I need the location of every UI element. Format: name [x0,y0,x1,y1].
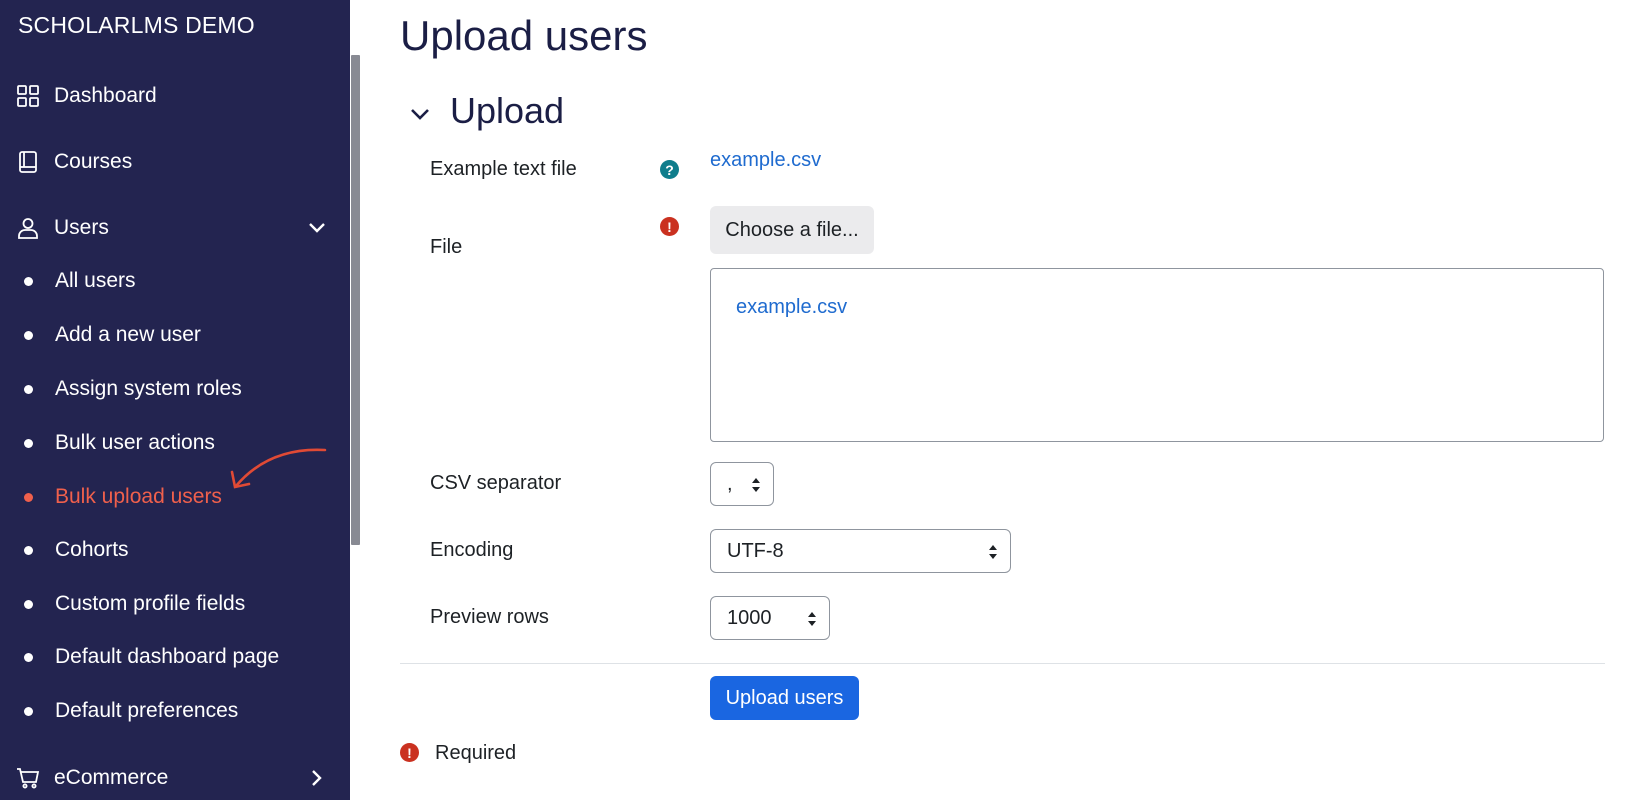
select-arrows-icon [808,612,816,626]
sidebar-subitem-custom-profile-fields[interactable]: Custom profile fields [0,584,350,624]
section-title[interactable]: Upload [450,90,564,132]
sidebar-subitem-label: Bulk user actions [55,431,215,454]
chevron-down-icon[interactable] [407,101,433,127]
sidebar-item-label: eCommerce [54,766,169,789]
book-icon [16,150,40,174]
select-arrows-icon [752,478,760,492]
sidebar-subitem-label: Custom profile fields [55,592,246,615]
bullet-icon [24,599,33,609]
bullet-icon [24,545,33,555]
help-icon[interactable]: ? [660,160,679,179]
form-divider [400,663,1605,664]
sidebar-item-label: Courses [54,150,133,173]
cart-icon [16,766,40,790]
required-icon: ! [400,743,419,762]
bullet-icon [24,706,33,716]
bullet-icon [24,438,33,448]
sidebar-subitem-label: Bulk upload users [55,485,222,508]
file-dropzone[interactable]: example.csv [710,268,1604,442]
csv-separator-value: , [727,472,733,495]
file-label: File [430,236,463,258]
sidebar-item-label: Users [54,216,109,239]
preview-rows-value: 1000 [727,606,772,629]
bullet-icon [24,384,33,394]
bullet-icon [24,330,33,340]
uploaded-file-link[interactable]: example.csv [736,296,847,319]
sidebar-subitem-label: Cohorts [55,538,129,561]
select-arrows-icon [989,545,997,559]
encoding-value: UTF-8 [727,539,784,562]
sidebar-subitem-default-dashboard-page[interactable]: Default dashboard page [0,637,350,677]
sidebar-subitem-label: Default dashboard page [55,645,280,668]
sidebar-subitem-default-preferences[interactable]: Default preferences [0,691,350,731]
sidebar-subitem-assign-system-roles[interactable]: Assign system roles [0,369,350,409]
sidebar-item-dashboard[interactable]: Dashboard [0,74,350,118]
example-file-label: Example text file [430,158,577,180]
sidebar-item-label: Dashboard [54,84,157,107]
csv-separator-select[interactable]: , [710,462,774,506]
grid-icon [16,84,40,108]
preview-rows-select[interactable]: 1000 [710,596,830,640]
sidebar-subitem-label: Add a new user [55,323,201,346]
chevron-down-icon[interactable] [306,217,328,239]
sidebar-subitem-label: Default preferences [55,699,239,722]
chevron-right-icon[interactable] [306,767,328,789]
choose-file-button[interactable]: Choose a file... [710,206,874,254]
preview-rows-label: Preview rows [430,606,549,628]
sidebar-subitem-label: Assign system roles [55,377,242,400]
annotation-arrow-icon [230,448,327,489]
sidebar-item-ecommerce[interactable]: eCommerce [0,756,350,800]
bullet-icon [24,276,33,286]
bullet-icon [24,652,33,662]
sidebar-scrollbar-thumb[interactable] [351,55,360,545]
bullet-icon [24,492,33,502]
site-brand[interactable]: SCHOLARLMS DEMO [18,12,255,39]
sidebar-item-courses[interactable]: Courses [0,140,350,184]
example-csv-link[interactable]: example.csv [710,149,821,172]
csv-separator-label: CSV separator [430,472,562,494]
upload-users-button[interactable]: Upload users [710,676,859,720]
encoding-label: Encoding [430,539,514,561]
sidebar-item-users[interactable]: Users [0,206,350,250]
sidebar: SCHOLARLMS DEMO Dashboard Courses Users [0,0,350,800]
sidebar-subitem-add-new-user[interactable]: Add a new user [0,315,350,355]
encoding-select[interactable]: UTF-8 [710,529,1011,573]
sidebar-subitem-cohorts[interactable]: Cohorts [0,530,350,570]
sidebar-subitem-label: All users [55,269,136,292]
main-content: Upload users Upload Example text file ? … [362,0,1630,800]
sidebar-subitem-all-users[interactable]: All users [0,261,350,301]
page-title: Upload users [400,12,648,59]
user-icon [16,216,40,240]
required-note: Required [435,742,517,764]
required-icon: ! [660,217,679,236]
